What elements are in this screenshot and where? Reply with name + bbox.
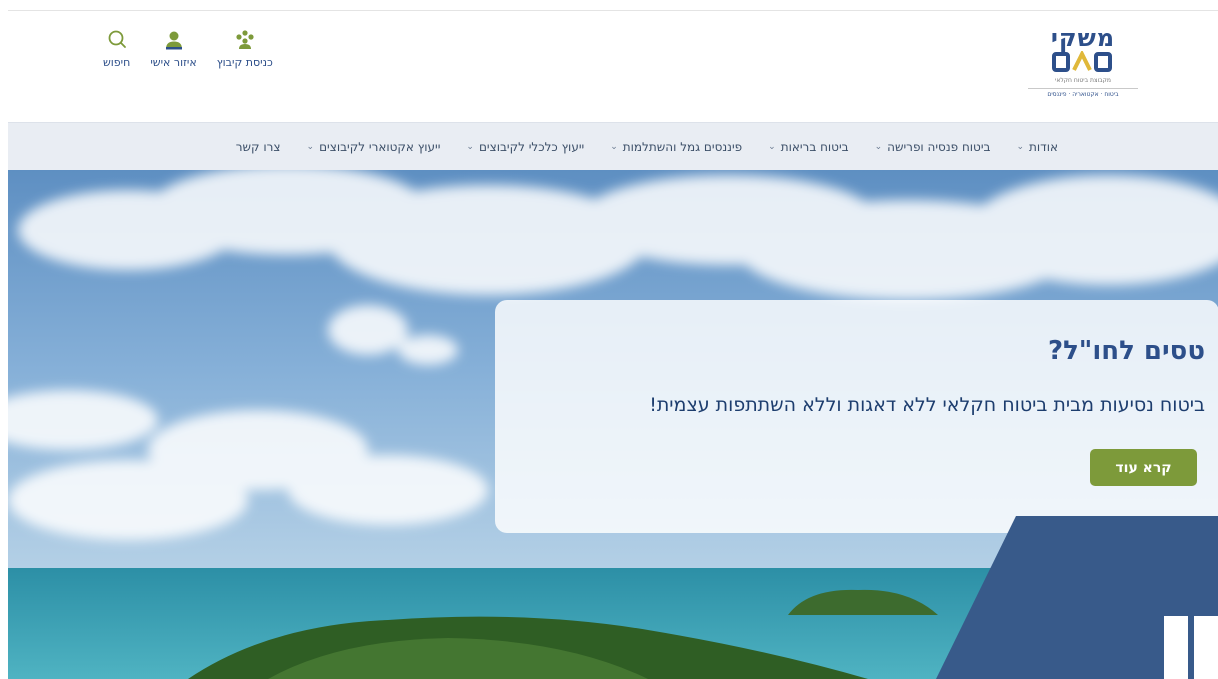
kibbutz-login-label: כניסת קיבוץ — [216, 56, 273, 69]
header-actions: חיפוש איזור אישי כניסת קיבוץ — [103, 29, 273, 69]
search-button[interactable]: חיפוש — [103, 29, 130, 69]
nav-item-contact[interactable]: צרו קשר — [236, 140, 281, 154]
nav-item-label: ייעוץ אקטוארי לקיבוצים — [319, 140, 441, 154]
personal-area-button[interactable]: איזור אישי — [150, 29, 197, 69]
nav-item-label: ייעוץ כלכלי לקיבוצים — [478, 140, 585, 154]
nav-item-actuarial-consulting[interactable]: ייעוץ אקטוארי לקיבוצים ⌄ — [307, 140, 441, 154]
search-icon — [108, 30, 126, 48]
nav-item-label: ביטוח פנסיה ופרישה — [887, 140, 991, 154]
chevron-down-icon: ⌄ — [874, 142, 883, 152]
promo-card: טסים לחו"ל? ביטוח נסיעות מבית ביטוח חקלא… — [495, 300, 1218, 533]
personal-area-label: איזור אישי — [150, 56, 197, 69]
nav-item-economic-consulting[interactable]: ייעוץ כלכלי לקיבוצים ⌄ — [466, 140, 584, 154]
logo-mark-icon — [1052, 51, 1112, 72]
logo-tagline: ביטוח · אקטואריה · פיננסים — [1028, 88, 1138, 98]
nav-item-label: פיננסים גמל והשתלמות — [622, 140, 743, 154]
kibbutz-login-button[interactable]: כניסת קיבוץ — [217, 29, 273, 69]
promo-title: טסים לחו"ל? — [1047, 336, 1205, 366]
nav-item-finance[interactable]: פיננסים גמל והשתלמות ⌄ — [610, 140, 742, 154]
decorative-shape — [936, 516, 1218, 679]
chevron-down-icon: ⌄ — [466, 142, 474, 152]
main-nav: אודות ⌄ ביטוח פנסיה ופרישה ⌄ ביטוח בריאות ⌄… — [8, 122, 1218, 170]
logo-mark-row — [1028, 49, 1138, 75]
hero-banner: טסים לחו"ל? ביטוח נסיעות מבית ביטוח חקלא… — [8, 170, 1218, 679]
nav-item-health[interactable]: ביטוח בריאות ⌄ — [768, 140, 848, 154]
page: משקי מקבוצת ביטוח חקלאי ביטוח · אקטואריה… — [0, 0, 1218, 679]
read-more-button[interactable]: קרא עוד — [1090, 449, 1197, 486]
brand-logo[interactable]: משקי מקבוצת ביטוח חקלאי ביטוח · אקטואריה… — [1028, 24, 1138, 113]
nav-item-label: אודות — [1029, 140, 1058, 154]
promo-subtitle: ביטוח נסיעות מבית ביטוח חקלאי ללא דאגות … — [649, 394, 1205, 416]
logo-wordmark: משקי — [1050, 24, 1116, 52]
user-icon — [165, 31, 182, 50]
nav-item-pension[interactable]: ביטוח פנסיה ופרישה ⌄ — [875, 140, 991, 154]
chevron-down-icon: ⌄ — [1016, 142, 1024, 152]
nav-item-label: צרו קשר — [235, 140, 281, 154]
nav-list: אודות ⌄ ביטוח פנסיה ופרישה ⌄ ביטוח בריאות ⌄… — [236, 123, 1058, 171]
chevron-down-icon: ⌄ — [610, 142, 618, 152]
nav-item-about[interactable]: אודות ⌄ — [1016, 140, 1058, 154]
chevron-down-icon: ⌄ — [306, 142, 315, 152]
chevron-down-icon: ⌄ — [768, 142, 776, 152]
logo-subtitle: מקבוצת ביטוח חקלאי — [1055, 77, 1111, 84]
search-label: חיפוש — [103, 56, 131, 69]
site-header: משקי מקבוצת ביטוח חקלאי ביטוח · אקטואריה… — [8, 10, 1218, 122]
community-icon — [236, 30, 254, 49]
nav-item-label: ביטוח בריאות — [780, 140, 849, 154]
